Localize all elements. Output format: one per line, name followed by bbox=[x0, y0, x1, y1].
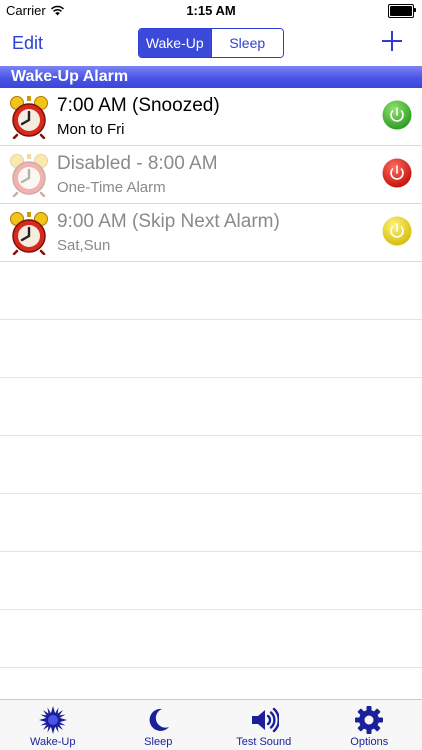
alarm-row[interactable]: 7:00 AM (Snoozed) Mon to Fri bbox=[0, 88, 422, 146]
tab-label: Options bbox=[350, 736, 389, 748]
empty-row bbox=[0, 320, 422, 378]
moon-icon bbox=[149, 708, 170, 731]
power-toggle-button[interactable] bbox=[382, 100, 412, 130]
status-bar: Carrier 1:15 AM bbox=[0, 0, 422, 22]
power-toggle-button[interactable] bbox=[382, 158, 412, 188]
segment-sleep[interactable]: Sleep bbox=[210, 29, 283, 57]
power-icon bbox=[382, 100, 412, 130]
sun-icon bbox=[38, 706, 67, 734]
tab-bar: Wake-Up Sleep Test Sound Options bbox=[0, 699, 422, 750]
alarm-clock-icon bbox=[10, 96, 48, 139]
battery-indicator bbox=[388, 4, 416, 18]
edit-button[interactable]: Edit bbox=[12, 33, 43, 54]
alarm-title: 7:00 AM (Snoozed) bbox=[57, 95, 220, 116]
tab-sleep[interactable]: Sleep bbox=[106, 700, 212, 750]
nav-bar: Edit Wake-Up Sleep bbox=[0, 22, 422, 66]
alarm-title: Disabled - 8:00 AM bbox=[57, 153, 218, 174]
alarm-subtitle: Mon to Fri bbox=[57, 121, 125, 138]
speaker-icon bbox=[251, 707, 279, 733]
power-icon bbox=[382, 216, 412, 246]
status-time: 1:15 AM bbox=[186, 3, 236, 18]
alarm-subtitle: Sat,Sun bbox=[57, 237, 111, 254]
segment-wake-up[interactable]: Wake-Up bbox=[139, 29, 211, 57]
alarm-row[interactable]: 9:00 AM (Skip Next Alarm) Sat,Sun bbox=[0, 204, 422, 262]
alarm-type-segmented-control: Wake-Up Sleep bbox=[138, 28, 284, 58]
alarm-title: 9:00 AM (Skip Next Alarm) bbox=[57, 211, 280, 232]
tab-test-sound[interactable]: Test Sound bbox=[211, 700, 317, 750]
empty-row bbox=[0, 436, 422, 494]
tab-label: Wake-Up bbox=[30, 736, 76, 748]
plus-icon[interactable] bbox=[380, 28, 404, 52]
power-icon bbox=[382, 158, 412, 188]
gear-icon bbox=[355, 706, 384, 734]
alarm-clock-icon bbox=[10, 212, 48, 255]
tab-wake-up[interactable]: Wake-Up bbox=[0, 700, 106, 750]
tab-options[interactable]: Options bbox=[317, 700, 422, 750]
empty-row bbox=[0, 262, 422, 320]
empty-row bbox=[0, 378, 422, 436]
empty-row bbox=[0, 610, 422, 668]
alarm-subtitle: One-Time Alarm bbox=[57, 179, 166, 196]
battery-icon bbox=[388, 4, 416, 18]
tab-label: Test Sound bbox=[236, 736, 292, 748]
alarm-list: 7:00 AM (Snoozed) Mon to Fri Disabled - … bbox=[0, 88, 422, 668]
tab-label: Sleep bbox=[144, 736, 173, 748]
section-header: Wake-Up Alarm bbox=[0, 66, 422, 88]
empty-row bbox=[0, 552, 422, 610]
alarm-row[interactable]: Disabled - 8:00 AM One-Time Alarm bbox=[0, 146, 422, 204]
empty-row bbox=[0, 494, 422, 552]
power-toggle-button[interactable] bbox=[382, 216, 412, 246]
alarm-clock-icon bbox=[10, 154, 48, 197]
